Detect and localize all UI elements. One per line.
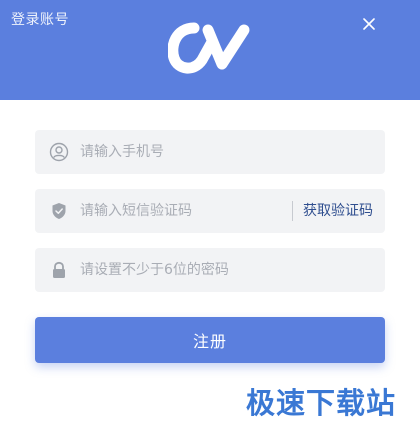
app-logo (168, 22, 250, 74)
close-icon (363, 18, 375, 30)
lock-icon (53, 261, 65, 278)
close-button[interactable] (359, 14, 379, 34)
sms-code-input[interactable] (80, 189, 310, 233)
phone-input[interactable] (80, 130, 370, 174)
login-window: 登录账号 获取验证码 (0, 0, 420, 430)
shield-icon (52, 203, 66, 219)
watermark-text: 极速下载站 (246, 386, 397, 420)
sms-code-field[interactable]: 获取验证码 (35, 189, 385, 233)
register-button[interactable]: 注册 (35, 317, 385, 363)
password-field[interactable] (35, 248, 385, 292)
window-title: 登录账号 (11, 12, 69, 28)
user-icon (49, 142, 69, 162)
password-input[interactable] (80, 248, 370, 292)
field-divider (292, 201, 293, 221)
phone-field[interactable] (35, 130, 385, 174)
get-code-button[interactable]: 获取验证码 (303, 189, 373, 233)
header-banner: 登录账号 (0, 0, 420, 100)
